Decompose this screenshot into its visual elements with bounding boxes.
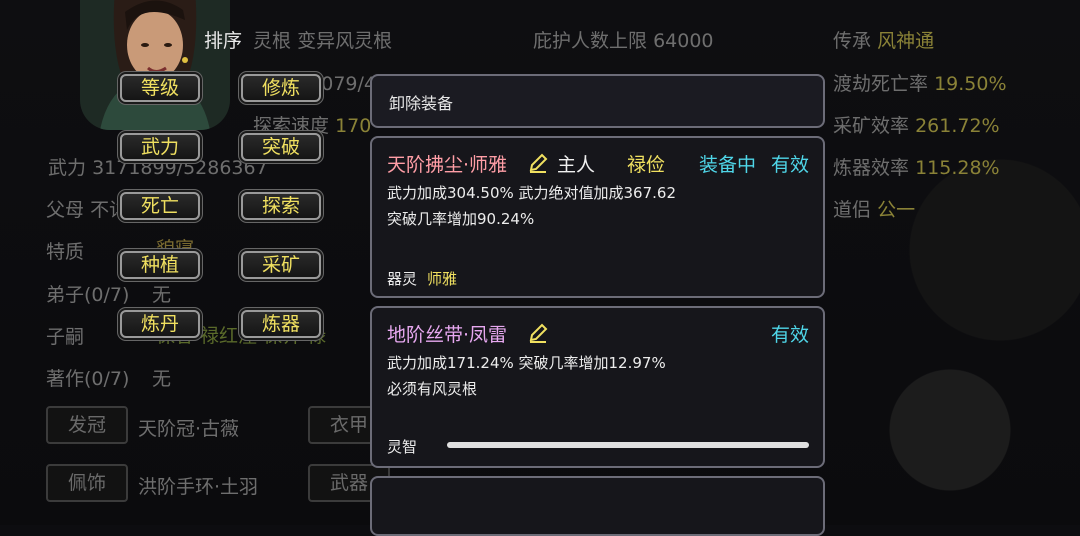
tribulation-label: 渡劫死亡率: [833, 73, 929, 95]
refining-value: 115.28%: [915, 157, 1000, 179]
sort-power-button[interactable]: 武力: [120, 133, 200, 161]
inherit-value: 风神通: [877, 30, 935, 52]
sort-refining-button[interactable]: 炼器: [241, 310, 321, 338]
disciples-label: 弟子(0/7): [46, 284, 130, 306]
item-attribute: 武力加成304.50% 武力绝对值加成367.62: [387, 184, 676, 202]
spirit-value: 师雅: [427, 270, 458, 288]
sort-alchemy-button[interactable]: 炼丹: [120, 310, 200, 338]
wisdom-bar-fill: [447, 442, 809, 448]
sort-level-button[interactable]: 等级: [120, 74, 200, 102]
sort-explore-button[interactable]: 探索: [241, 192, 321, 220]
protection-value: 64000: [653, 30, 714, 52]
pencil-icon[interactable]: [527, 322, 549, 349]
equipped-status: 装备中: [699, 154, 757, 176]
item-name: 地阶丝带·凤雷: [387, 324, 508, 346]
partner-value: 公一: [877, 199, 916, 221]
parents-label: 父母: [46, 199, 85, 221]
tribulation-value: 19.50%: [934, 73, 1007, 95]
inherit-label: 传承: [833, 30, 872, 52]
disciples-value: 无: [152, 284, 172, 306]
card-title-row: 天阶拂尘·师雅 主人 禄俭 装备中 有效: [387, 150, 809, 178]
spirit-root-row: 灵根 变异风灵根: [253, 26, 392, 53]
equipment-card[interactable]: [370, 476, 825, 536]
equipment-card[interactable]: 地阶丝带·凤雷 有效 武力加成171.24% 突破几率增加12.97% 必须有风…: [370, 306, 825, 468]
character-portrait: [80, 0, 230, 130]
power-label: 武力: [48, 157, 87, 179]
crown-item: 天阶冠·古薇: [138, 418, 240, 440]
refining-row: 炼器效率 115.28%: [833, 153, 1000, 180]
refining-label: 炼器效率: [833, 157, 910, 179]
partner-row: 道侣 公一: [833, 195, 915, 222]
spirit-root-value: 变异风灵根: [297, 30, 393, 52]
item-name: 天阶拂尘·师雅: [387, 154, 508, 176]
card-title-row: 地阶丝带·凤雷 有效: [387, 320, 809, 348]
protection-row: 庇护人数上限 64000: [533, 26, 714, 53]
protection-label: 庇护人数上限: [533, 30, 648, 52]
sort-breakthrough-button[interactable]: 突破: [241, 133, 321, 161]
pencil-icon[interactable]: [527, 152, 549, 179]
inherit-row: 传承 风神通: [833, 26, 934, 53]
tribulation-row: 渡劫死亡率 19.50%: [833, 69, 1007, 96]
sort-death-button[interactable]: 死亡: [120, 192, 200, 220]
parents-row: 父母 不详: [46, 195, 128, 222]
owner-name: 禄俭: [627, 154, 666, 176]
heirs-label: 子嗣: [46, 326, 85, 348]
equipment-card[interactable]: 天阶拂尘·师雅 主人 禄俭 装备中 有效 武力加成304.50% 武力绝对值加成…: [370, 136, 825, 298]
crown-slot-button[interactable]: 发冠: [46, 406, 128, 444]
owner-label: 主人: [557, 154, 596, 176]
works-label: 著作(0/7): [46, 368, 130, 390]
mining-value: 261.72%: [915, 115, 1000, 137]
sort-planting-button[interactable]: 种植: [120, 251, 200, 279]
sort-label: 排序: [204, 30, 243, 52]
accessory-slot-button[interactable]: 佩饰: [46, 464, 128, 502]
works-value: 无: [152, 368, 172, 390]
wisdom-label: 灵智: [387, 438, 418, 456]
spirit-root-label: 灵根: [253, 30, 292, 52]
effective-status: 有效: [770, 324, 809, 346]
item-attribute: 武力加成171.24% 突破几率增加12.97%: [387, 354, 666, 372]
wisdom-bar: [447, 442, 809, 448]
mining-label: 采矿效率: [833, 115, 910, 137]
spirit-label: 器灵: [387, 270, 418, 288]
partner-label: 道侣: [833, 199, 872, 221]
trait-label: 特质: [46, 241, 85, 263]
accessory-item: 洪阶手环·土羽: [138, 476, 259, 498]
item-attribute: 必须有风灵根: [387, 380, 478, 398]
sort-mining-button[interactable]: 采矿: [241, 251, 321, 279]
item-attribute: 突破几率增加90.24%: [387, 210, 535, 228]
sort-cultivation-button[interactable]: 修炼: [241, 74, 321, 102]
mining-row: 采矿效率 261.72%: [833, 111, 1000, 138]
unequip-button[interactable]: 卸除装备: [370, 74, 825, 128]
effective-status: 有效: [770, 154, 809, 176]
explore-speed-value: 170: [335, 115, 372, 137]
